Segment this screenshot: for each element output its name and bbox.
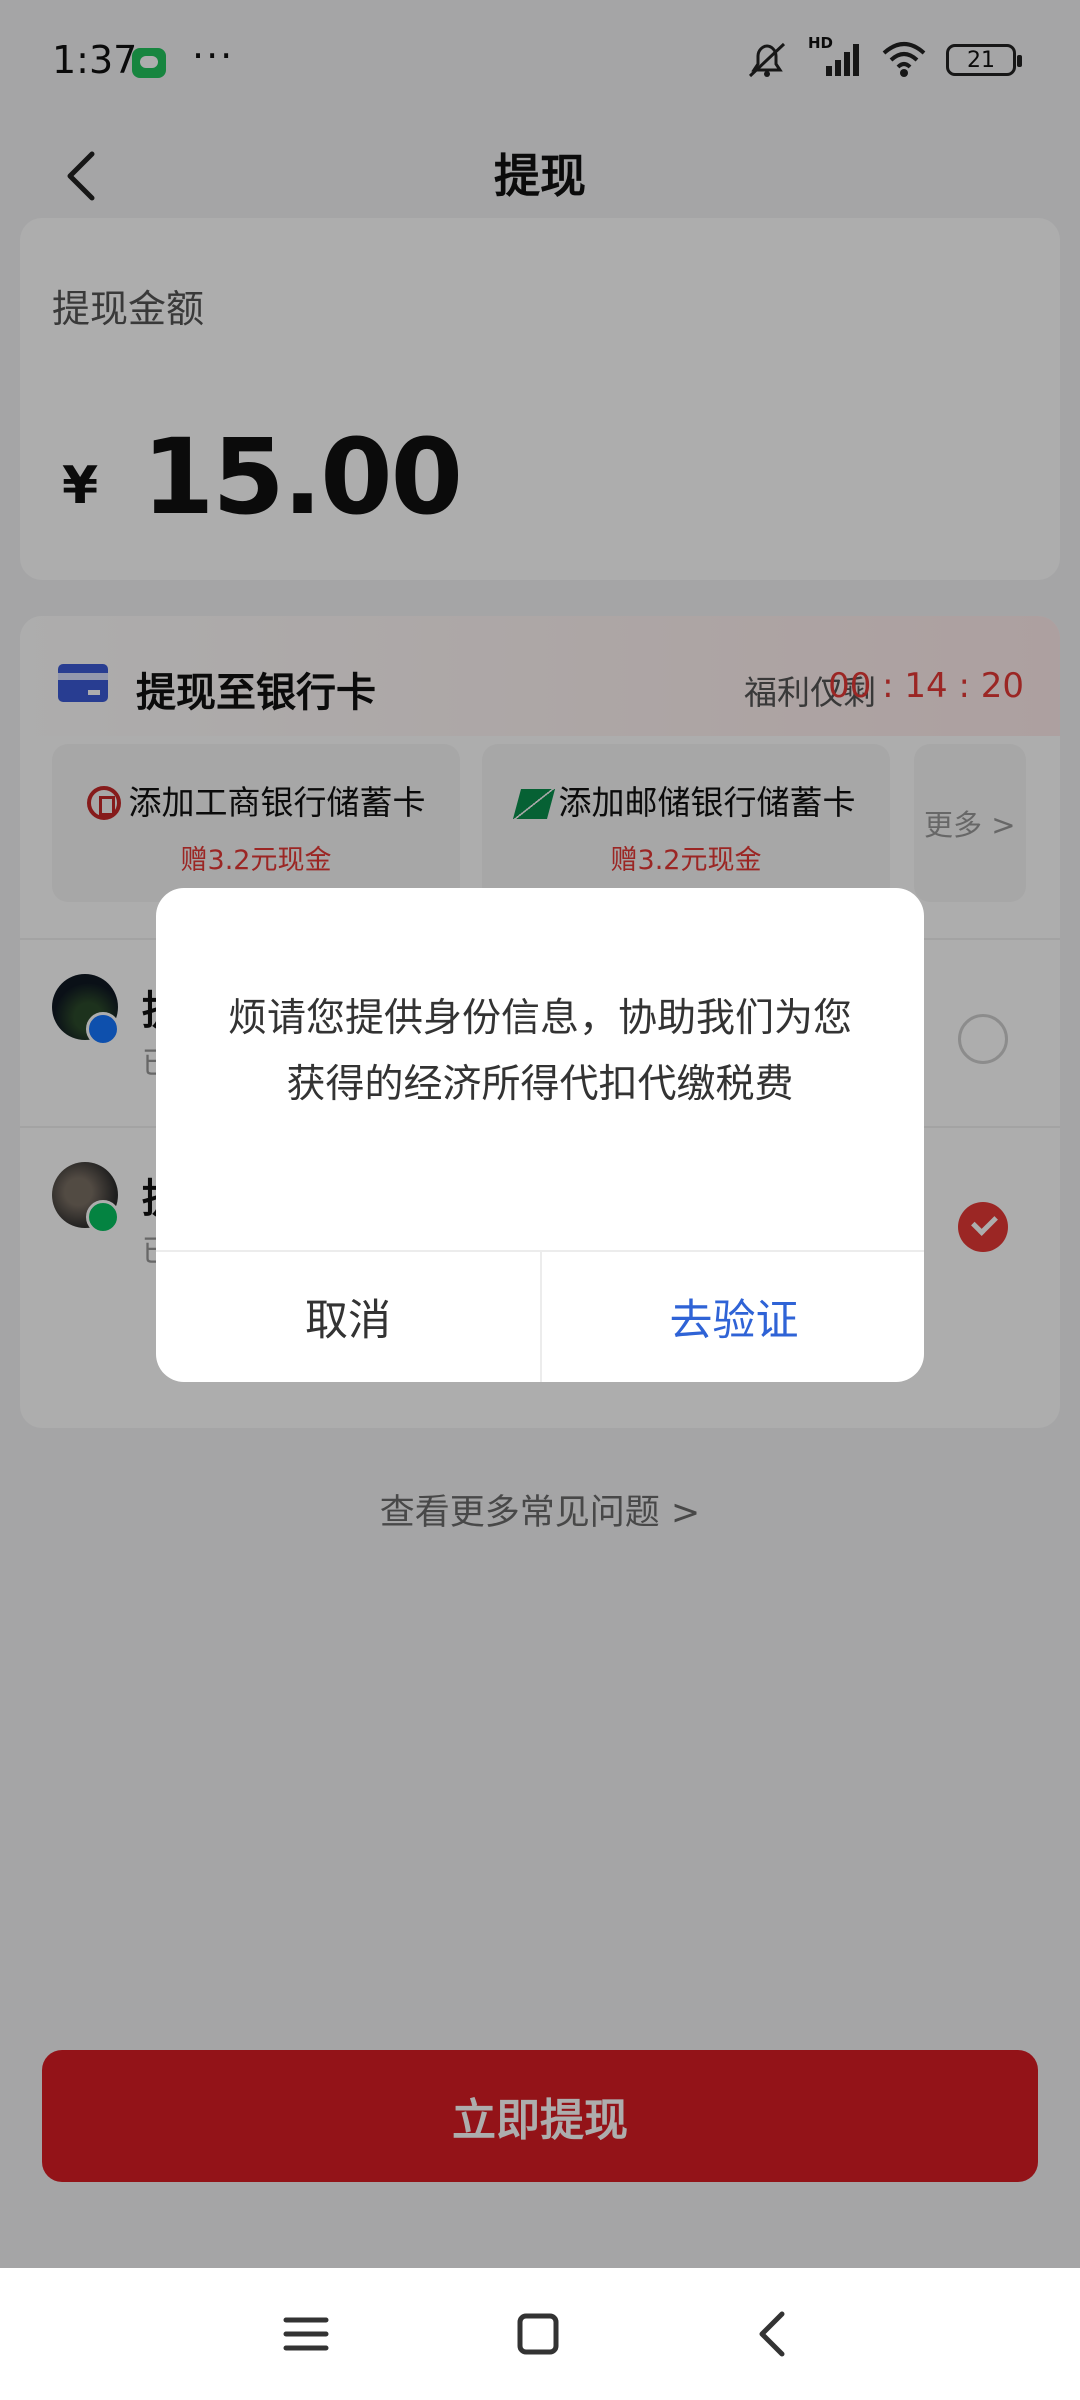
verify-button[interactable]: 去验证 — [542, 1252, 924, 1382]
nav-back-icon[interactable] — [742, 2302, 806, 2366]
system-nav-bar — [0, 2268, 1080, 2400]
menu-icon[interactable] — [274, 2302, 338, 2366]
home-icon[interactable] — [506, 2302, 570, 2366]
identity-verification-dialog: 烦请您提供身份信息，协助我们为您获得的经济所得代扣代缴税费 取消 去验证 — [156, 888, 924, 1382]
dialog-message: 烦请您提供身份信息，协助我们为您获得的经济所得代扣代缴税费 — [228, 996, 853, 1107]
cancel-button[interactable]: 取消 — [156, 1252, 540, 1382]
